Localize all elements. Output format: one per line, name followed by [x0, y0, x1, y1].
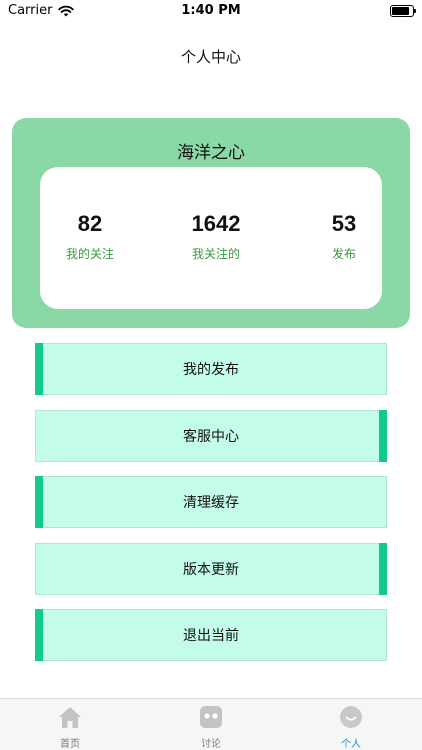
stat-followed[interactable]: 1642 我关注的 — [181, 211, 251, 262]
screen: Carrier 1:40 PM 个人中心 海洋之心 82 我的关注 1642 我… — [0, 0, 422, 750]
accent-bar — [35, 609, 43, 661]
stat-label: 我关注的 — [191, 247, 240, 261]
tab-discuss[interactable]: 讨论 — [181, 705, 241, 750]
my-posts-button[interactable]: 我的发布 — [35, 343, 387, 395]
battery-icon — [390, 5, 416, 17]
page-title: 个人中心 — [180, 48, 241, 66]
home-icon — [59, 707, 81, 728]
accent-bar — [379, 543, 387, 595]
status-bar: Carrier 1:40 PM — [0, 0, 422, 22]
button-label: 客服中心 — [183, 429, 239, 445]
clear-cache-button[interactable]: 清理缓存 — [35, 476, 387, 528]
logout-button[interactable]: 退出当前 — [35, 609, 387, 661]
tab-bar: 首页 讨论 个人 — [0, 698, 422, 750]
profile-name: 海洋之心 — [177, 143, 245, 163]
button-label: 退出当前 — [183, 628, 239, 644]
profile-card: 海洋之心 82 我的关注 1642 我关注的 53 发布 — [12, 118, 410, 328]
stat-following[interactable]: 82 我的关注 — [60, 211, 120, 262]
stat-value: 1642 — [191, 211, 241, 236]
button-label: 清理缓存 — [183, 495, 239, 511]
stats-box: 82 我的关注 1642 我关注的 53 发布 — [40, 167, 382, 309]
status-time: 1:40 PM — [181, 3, 241, 18]
button-label: 版本更新 — [183, 562, 239, 578]
discuss-icon — [200, 706, 222, 728]
accent-bar — [379, 410, 387, 462]
stat-value: 53 — [331, 211, 357, 236]
customer-service-button[interactable]: 客服中心 — [35, 410, 387, 462]
tab-label: 首页 — [60, 739, 80, 750]
accent-bar — [35, 476, 43, 528]
tab-label: 个人 — [341, 739, 361, 750]
button-label: 我的发布 — [183, 362, 239, 378]
tab-profile[interactable]: 个人 — [321, 705, 381, 750]
stat-label: 我的关注 — [65, 247, 114, 261]
tab-home[interactable]: 首页 — [40, 705, 100, 750]
stat-posts[interactable]: 53 发布 — [322, 211, 366, 262]
stat-label: 发布 — [331, 247, 356, 261]
tab-label: 讨论 — [201, 739, 221, 750]
accent-bar — [35, 343, 43, 395]
battery-level — [392, 7, 410, 15]
stat-value: 82 — [77, 211, 103, 236]
version-update-button[interactable]: 版本更新 — [35, 543, 387, 595]
profile-icon — [340, 706, 362, 728]
